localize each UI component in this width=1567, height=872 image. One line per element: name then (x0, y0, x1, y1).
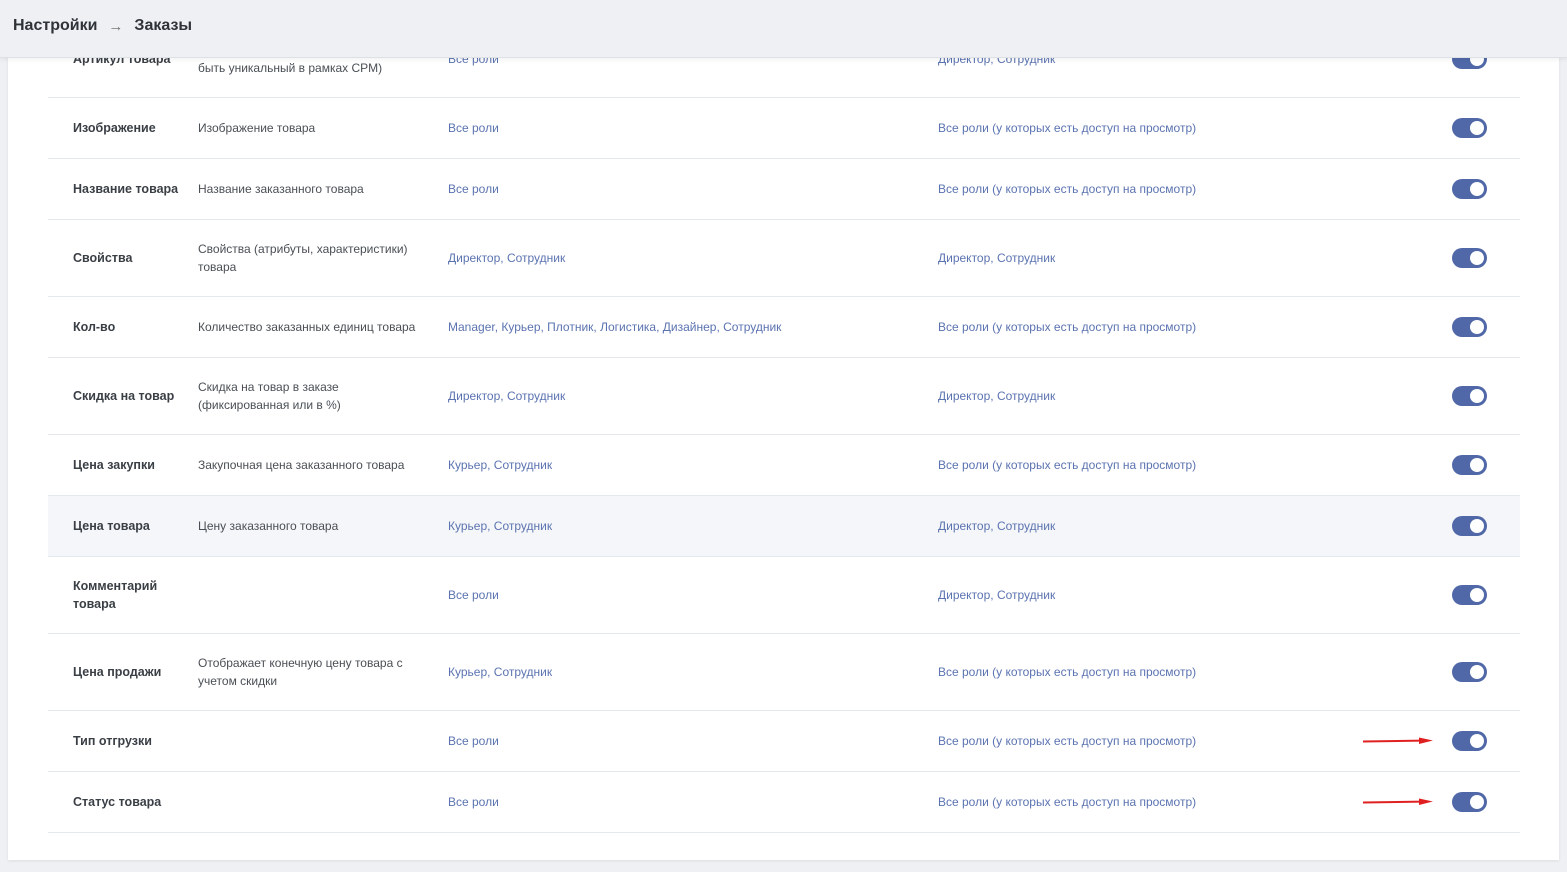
breadcrumb: Настройки → Заказы (13, 17, 192, 35)
field-name: Цена товара (73, 519, 150, 533)
field-visibility-toggle[interactable] (1452, 516, 1487, 536)
field-description: Изображение товара (198, 121, 316, 135)
edit-roles-link[interactable]: Курьер, Сотрудник (448, 663, 908, 681)
view-roles-link[interactable]: Все роли (у которых есть доступ на просм… (938, 180, 1358, 198)
edit-roles-link[interactable]: Все роли (448, 732, 908, 750)
fields-settings-card: Артикул товараАртикул заказанного товара… (8, 40, 1559, 860)
table-row: Изображение Изображение товара Все роли Все… (48, 98, 1520, 159)
field-visibility-toggle[interactable] (1452, 455, 1487, 475)
view-roles-link[interactable]: Все роли (у которых есть доступ на просм… (938, 119, 1358, 137)
field-visibility-toggle[interactable] (1452, 731, 1487, 751)
edit-roles-link[interactable]: Директор, Сотрудник (448, 387, 908, 405)
toggle-knob (1470, 588, 1484, 602)
field-name: Цена продажи (73, 665, 162, 679)
toggle-knob (1470, 251, 1484, 265)
view-roles-link[interactable]: Все роли (у которых есть доступ на просм… (938, 456, 1358, 474)
toggle-knob (1470, 665, 1484, 679)
table-row: Название товара Название заказанного това… (48, 159, 1520, 220)
field-name: Цена закупки (73, 458, 155, 472)
table-row: Цена продажи Отображает конечную цену тов… (48, 634, 1520, 711)
field-description: Количество заказанных единиц товара (198, 320, 416, 334)
field-visibility-toggle[interactable] (1452, 248, 1487, 268)
edit-roles-link[interactable]: Курьер, Сотрудник (448, 517, 908, 535)
table-row: Комментарий товара Все роли Директор, Сотр… (48, 557, 1520, 634)
field-name: Изображение (73, 121, 156, 135)
field-description: Название заказанного товара (198, 182, 364, 196)
edit-roles-link[interactable]: Все роли (448, 586, 908, 604)
field-visibility-toggle[interactable] (1452, 792, 1487, 812)
breadcrumb-settings[interactable]: Настройки (13, 17, 97, 35)
toggle-knob (1470, 734, 1484, 748)
page-header: Настройки → Заказы (0, 0, 1567, 58)
edit-roles-link[interactable]: Все роли (448, 119, 908, 137)
table-row: Скидка на товар Скидка на товар в заказе … (48, 358, 1520, 435)
table-row: Цена товара Цену заказанного товара Курьер… (48, 496, 1520, 557)
breadcrumb-orders: Заказы (134, 17, 193, 34)
edit-roles-link[interactable]: Все роли (448, 793, 908, 811)
field-description: Скидка на товар в заказе (фиксированная … (198, 380, 341, 412)
field-name: Название товара (73, 182, 179, 196)
field-visibility-toggle[interactable] (1452, 386, 1487, 406)
view-roles-link[interactable]: Директор, Сотрудник (938, 517, 1358, 535)
toggle-knob (1470, 182, 1484, 196)
table-row: Кол-во Количество заказанных единиц товар… (48, 297, 1520, 358)
edit-roles-link[interactable]: Директор, Сотрудник (448, 249, 908, 267)
edit-roles-link[interactable]: Курьер, Сотрудник (448, 456, 908, 474)
view-roles-link[interactable]: Все роли (у которых есть доступ на просм… (938, 793, 1358, 811)
field-visibility-toggle[interactable] (1452, 585, 1487, 605)
view-roles-link[interactable]: Все роли (у которых есть доступ на просм… (938, 318, 1358, 336)
breadcrumb-arrow-icon: → (108, 17, 124, 35)
field-name: Тип отгрузки (73, 734, 152, 748)
field-description: Цену заказанного товара (198, 519, 339, 533)
view-roles-link[interactable]: Все роли (у которых есть доступ на просм… (938, 663, 1358, 681)
field-name: Кол-во (73, 320, 116, 334)
field-name: Свойства (73, 251, 133, 265)
view-roles-link[interactable]: Все роли (у которых есть доступ на просм… (938, 732, 1358, 750)
table-row: Тип отгрузки Все роли Все роли (у которых … (48, 711, 1520, 772)
field-name: Комментарий товара (73, 579, 158, 611)
field-description: Свойства (атрибуты, характеристики) това… (198, 242, 408, 274)
toggle-knob (1470, 320, 1484, 334)
view-roles-link[interactable]: Директор, Сотрудник (938, 387, 1358, 405)
field-name: Скидка на товар (73, 389, 175, 403)
field-description: Отображает конечную цену товара с учетом… (198, 656, 403, 688)
edit-roles-link[interactable]: Все роли (448, 180, 908, 198)
red-arrow-annotation-icon (1363, 798, 1433, 805)
table-row: Свойства Свойства (атрибуты, характеристи… (48, 220, 1520, 297)
toggle-knob (1470, 389, 1484, 403)
table-row: Статус товара Все роли Все роли (у которых… (48, 772, 1520, 833)
view-roles-link[interactable]: Директор, Сотрудник (938, 249, 1358, 267)
field-visibility-toggle[interactable] (1452, 662, 1487, 682)
field-name: Статус товара (73, 795, 162, 809)
fields-table: Артикул товараАртикул заказанного товара… (48, 40, 1520, 833)
field-visibility-toggle[interactable] (1452, 118, 1487, 138)
view-roles-link[interactable]: Директор, Сотрудник (938, 586, 1358, 604)
field-visibility-toggle[interactable] (1452, 317, 1487, 337)
toggle-knob (1470, 795, 1484, 809)
toggle-knob (1470, 519, 1484, 533)
edit-roles-link[interactable]: Manager, Курьер, Плотник, Логистика, Диз… (448, 318, 908, 336)
red-arrow-annotation-icon (1363, 737, 1433, 744)
table-row: Цена закупки Закупочная цена заказанного … (48, 435, 1520, 496)
toggle-knob (1470, 458, 1484, 472)
field-visibility-toggle[interactable] (1452, 179, 1487, 199)
field-description: Закупочная цена заказанного товара (198, 458, 405, 472)
toggle-knob (1470, 121, 1484, 135)
